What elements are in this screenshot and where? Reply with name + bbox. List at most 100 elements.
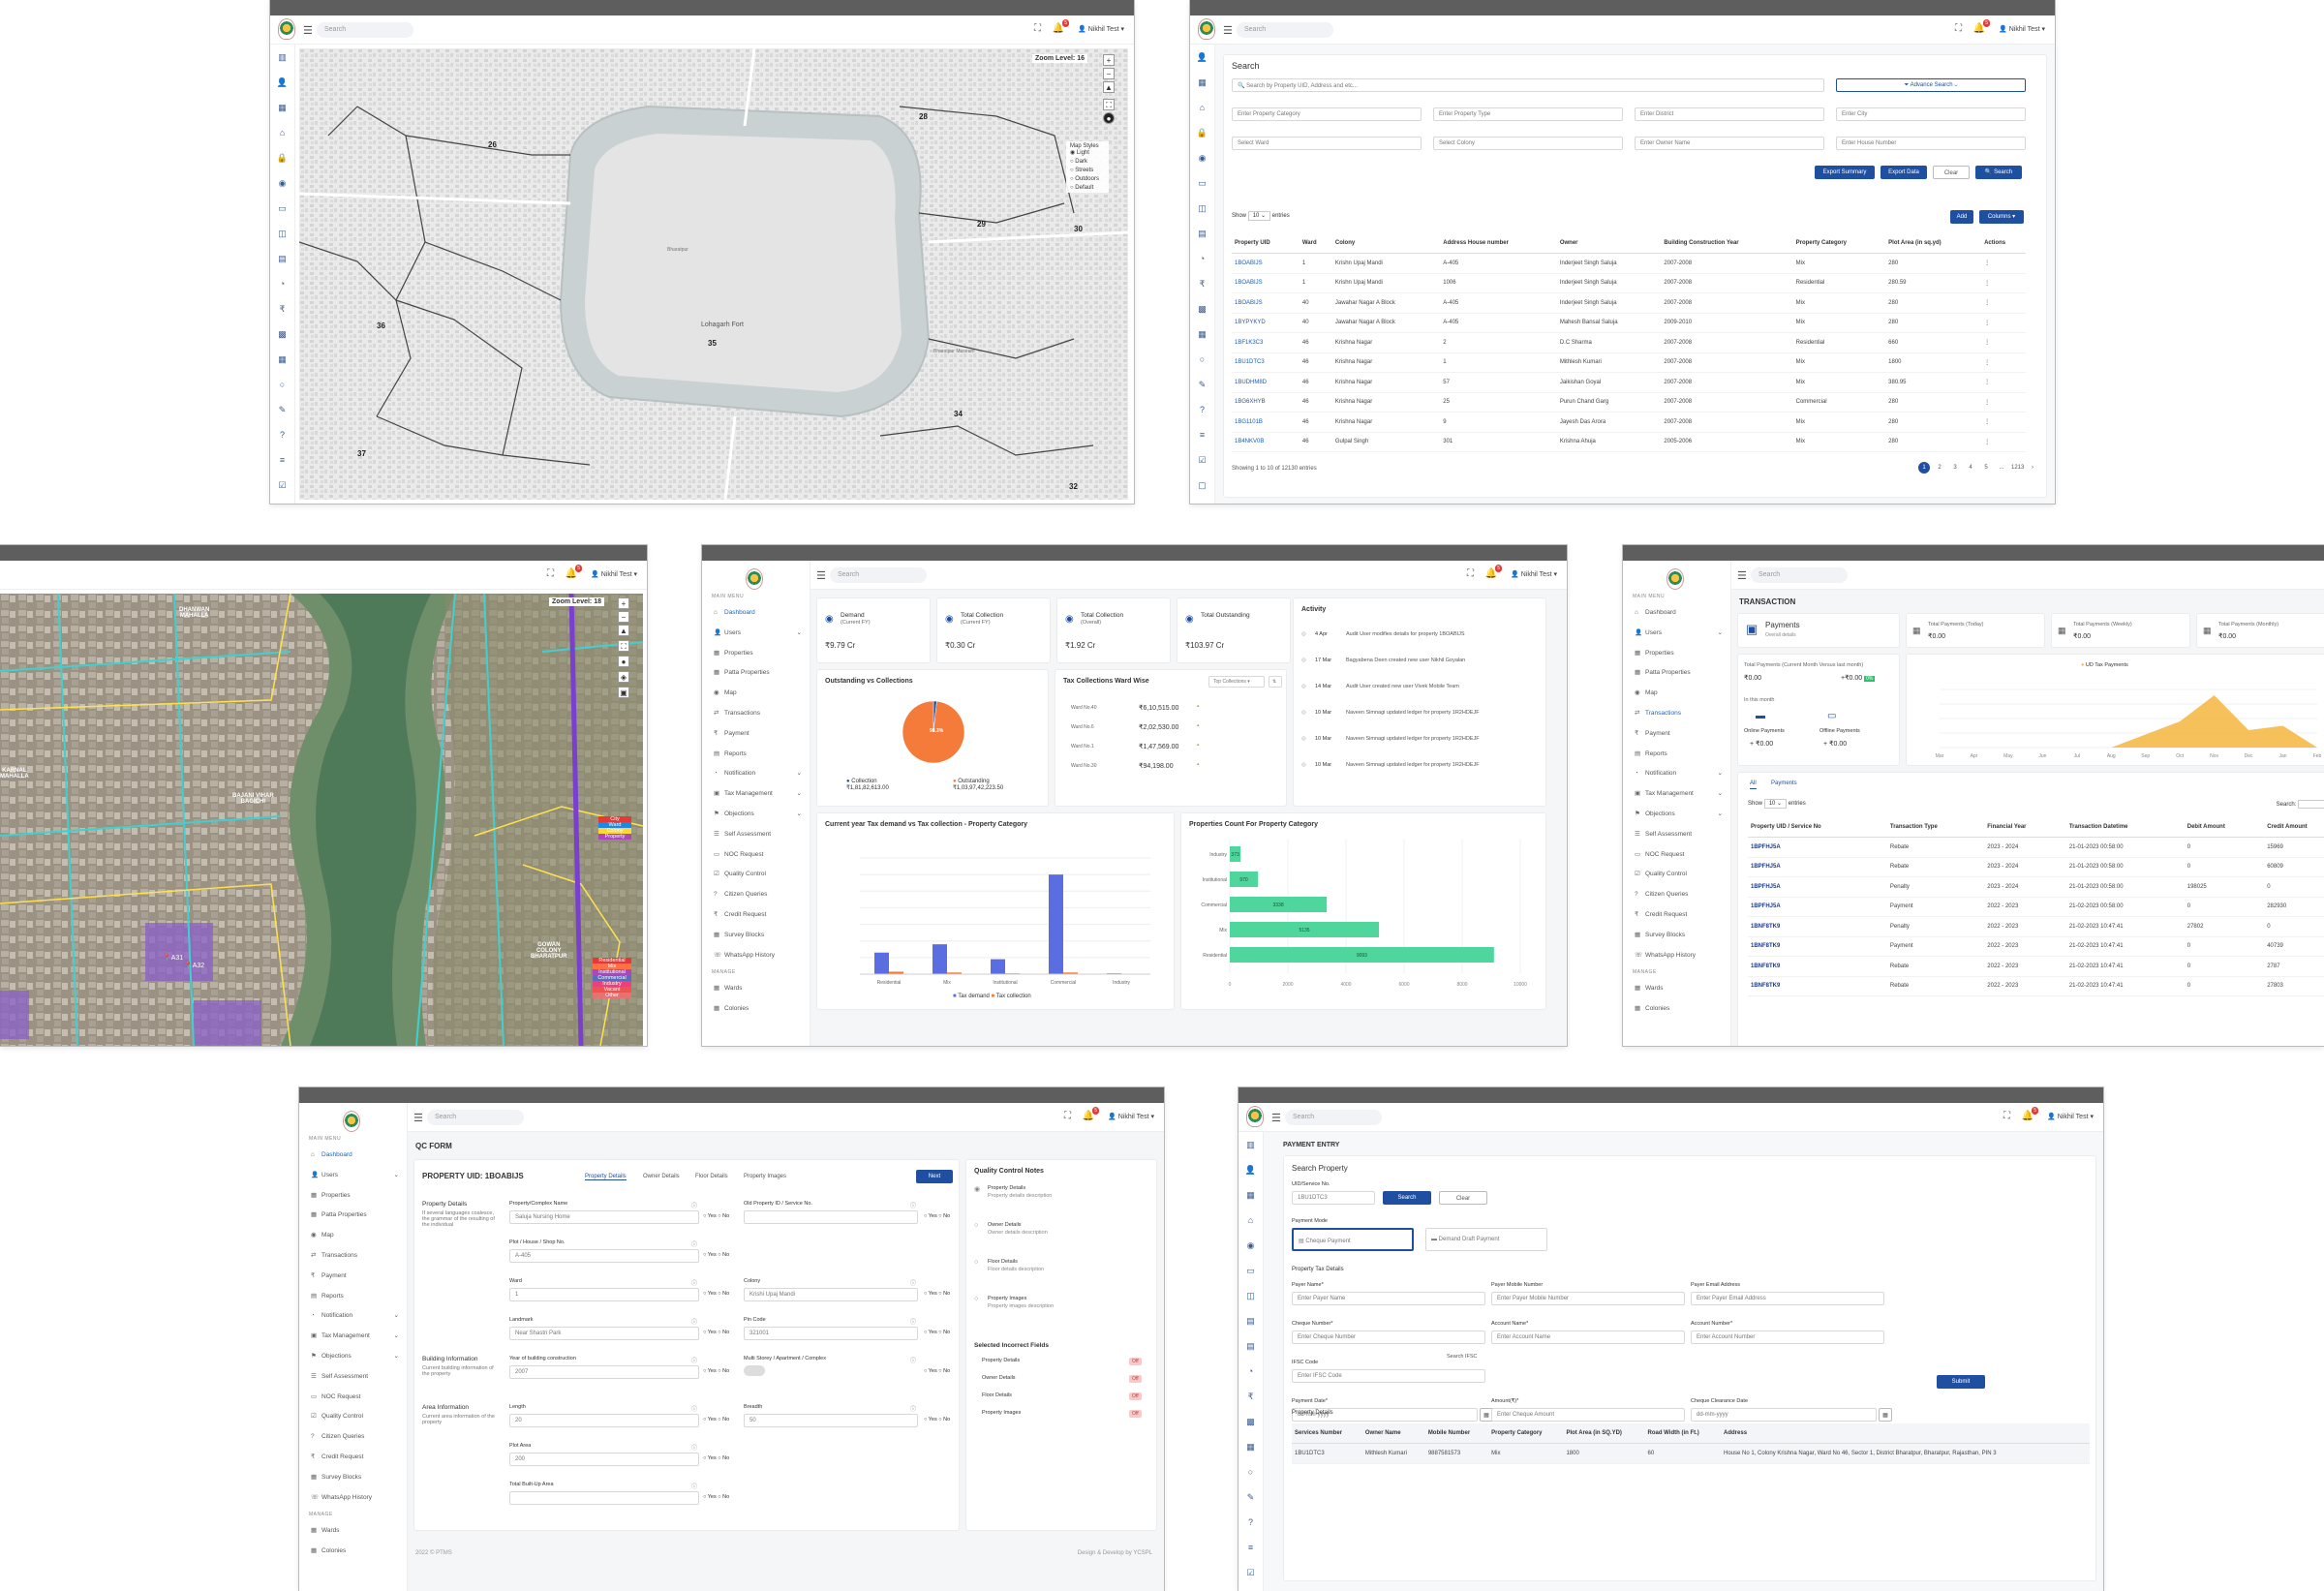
zoom-in-button[interactable]: + xyxy=(618,597,629,609)
property-uid-link[interactable]: 1BUDHM8D xyxy=(1232,372,1300,393)
bell-icon[interactable]: 🔔 5 xyxy=(2022,1107,2038,1121)
user-menu[interactable]: 👤 Nikhil Test ▾ xyxy=(1511,570,1557,578)
user-menu[interactable]: 👤 Nikhil Test ▾ xyxy=(1078,25,1124,33)
sidebar-item-users[interactable]: 👤 Users ⌄ xyxy=(299,1166,407,1186)
sidebar-item-patta-properties[interactable]: ▦ Patta Properties xyxy=(1623,663,1730,684)
field-input[interactable]: 200 xyxy=(509,1453,699,1466)
column-header[interactable]: Ward xyxy=(1299,233,1332,254)
property-uid-link[interactable]: 1BPFHJ5A xyxy=(1748,837,1887,858)
layers-icon[interactable]: ◈ xyxy=(1190,498,1214,504)
sidebar-item-objections[interactable]: ⚑ Objections ⌄ xyxy=(299,1347,407,1367)
sidebar-item-survey-blocks[interactable]: ▦ Survey Blocks xyxy=(702,926,810,946)
note-radio[interactable]: ○ xyxy=(974,1259,978,1266)
sidebar-item-whatsapp-history[interactable]: ☏ WhatsApp History xyxy=(299,1488,407,1509)
menu-icon[interactable]: ☰ xyxy=(1271,1112,1281,1124)
sidebar-item-whatsapp-history[interactable]: ☏ WhatsApp History xyxy=(1623,946,1730,966)
export-data-button[interactable]: Export Data xyxy=(1881,166,1927,179)
fullscreen-icon[interactable]: ⛶ xyxy=(1467,568,1474,579)
search-input[interactable]: Search xyxy=(427,1110,524,1125)
sidebar-item-colonies[interactable]: ▦ Colonies xyxy=(702,999,810,1020)
property-uid-link[interactable]: 1BOABIJS xyxy=(1232,292,1300,314)
sidebar-item-dashboard[interactable]: ⌂ Dashboard xyxy=(1623,603,1730,624)
row-actions-button[interactable]: ⋮ xyxy=(1981,432,2026,452)
style-option-outdoors[interactable]: ○ Outdoors xyxy=(1070,176,1105,182)
zoom-out-button[interactable]: − xyxy=(618,611,629,623)
list-icon[interactable]: ≡ xyxy=(270,447,294,473)
field-input[interactable]: 20 xyxy=(509,1414,699,1427)
zoom-in-button[interactable]: + xyxy=(1103,54,1115,66)
sidebar-item-noc-request[interactable]: ▭ NOC Request xyxy=(299,1388,407,1408)
sidebar-item-credit-request[interactable]: ₹ Credit Request xyxy=(1623,905,1730,926)
column-header[interactable]: Transaction Type xyxy=(1886,817,1985,838)
sidebar-item-survey-blocks[interactable]: ▦ Survey Blocks xyxy=(1623,926,1730,946)
sidebar-item-transactions[interactable]: ⇄ Transactions xyxy=(702,704,810,724)
page-button[interactable]: › xyxy=(2027,462,2038,474)
field-input[interactable]: dd-mm-yyyy xyxy=(1691,1408,1877,1422)
compass-button[interactable]: ▲ xyxy=(618,625,629,636)
circle-icon[interactable]: ○ xyxy=(1190,347,1214,372)
yes-no-toggle[interactable]: ○ Yes ○ No xyxy=(924,1330,950,1335)
lock-icon[interactable]: 🔒 xyxy=(1190,120,1214,145)
colony-select[interactable]: Select Colony xyxy=(1433,137,1623,150)
file-icon[interactable]: ▤ xyxy=(270,246,294,271)
clear-property-button[interactable]: Clear xyxy=(1439,1191,1487,1205)
user-menu[interactable]: 👤 Nikhil Test ▾ xyxy=(1108,1113,1154,1120)
house-icon[interactable]: ⌂ xyxy=(270,120,294,145)
sidebar-item-notification[interactable]: ◔ Notification ⌄ xyxy=(299,1306,407,1327)
file-icon[interactable]: ▤ xyxy=(1238,1308,1263,1333)
plot-label[interactable]: 📍A32 xyxy=(184,962,204,969)
note-radio[interactable]: ○ xyxy=(974,1296,978,1302)
sidebar-item-map[interactable]: ◉ Map xyxy=(702,684,810,704)
sidebar-item-credit-request[interactable]: ₹ Credit Request xyxy=(299,1448,407,1468)
menu-icon[interactable]: ☰ xyxy=(413,1112,423,1124)
column-header[interactable]: Building Construction Year xyxy=(1661,233,1793,254)
sidebar-item-wards[interactable]: ▦ Wards xyxy=(299,1521,407,1542)
row-actions-button[interactable]: ⋮ xyxy=(1981,292,2026,314)
draw-button[interactable]: ▣ xyxy=(618,687,629,698)
search-ifsc-link[interactable]: Search IFSC xyxy=(1447,1354,1477,1360)
bell-icon[interactable]: 🔔 5 xyxy=(1485,565,1502,579)
property-uid-link[interactable]: 1BNF8TK9 xyxy=(1748,936,1887,957)
user-icon[interactable]: 👤 xyxy=(1190,45,1214,70)
row-actions-button[interactable]: ⋮ xyxy=(1981,372,2026,393)
menu-icon[interactable]: ☰ xyxy=(1737,569,1747,582)
sidebar-item-dashboard[interactable]: ⌂ Dashboard xyxy=(702,603,810,624)
layers-button[interactable]: ◈ xyxy=(618,671,629,683)
calendar-icon[interactable]: ▦ xyxy=(270,347,294,372)
property-uid-link[interactable]: 1B4NKV0B xyxy=(1232,432,1300,452)
field-input[interactable]: Enter Account Name xyxy=(1491,1331,1685,1344)
field-input[interactable]: Near Shastri Park xyxy=(509,1327,699,1340)
multi-storey-toggle[interactable] xyxy=(744,1365,765,1376)
sidebar-item-whatsapp-history[interactable]: ☏ WhatsApp History xyxy=(702,946,810,966)
property-uid-link[interactable]: 1BU1DTC3 xyxy=(1232,352,1300,373)
calendar-icon[interactable]: ▦ xyxy=(1238,1434,1263,1459)
chat-icon[interactable]: ▢ xyxy=(1238,1585,1263,1591)
bell-menu-icon[interactable]: ◔ xyxy=(270,271,294,296)
ward-select[interactable]: Select Ward xyxy=(1232,137,1422,150)
sidebar-item-patta-properties[interactable]: ▦ Patta Properties xyxy=(299,1206,407,1226)
field-input[interactable]: 2007 xyxy=(509,1365,699,1379)
sidebar-item-reports[interactable]: ▤ Reports xyxy=(1623,745,1730,765)
sidebar-item-users[interactable]: 👤 Users ⌄ xyxy=(1623,624,1730,644)
user-menu[interactable]: 👤 Nikhil Test ▾ xyxy=(591,570,637,578)
sidebar-item-tax-management[interactable]: ▣ Tax Management ⌄ xyxy=(299,1327,407,1347)
sidebar-item-payment[interactable]: ₹ Payment xyxy=(702,724,810,745)
tab-payments[interactable]: Payments xyxy=(1771,780,1797,786)
house-number-input[interactable]: Enter House Number xyxy=(1836,137,2026,150)
chat-icon[interactable]: ▢ xyxy=(270,498,294,504)
sidebar-item-payment[interactable]: ₹ Payment xyxy=(1623,724,1730,745)
calendar-icon[interactable]: ▦ xyxy=(1190,321,1214,347)
property-uid-link[interactable]: 1BF1K3C3 xyxy=(1232,332,1300,353)
building-icon[interactable]: ▦ xyxy=(1238,1182,1263,1208)
sidebar-item-citizen-queries[interactable]: ? Citizen Queries xyxy=(1623,885,1730,905)
advance-search-button[interactable]: ⏷ Advance Search ⌄ xyxy=(1836,78,2026,92)
question-icon[interactable]: ? xyxy=(1238,1510,1263,1535)
bell-icon[interactable]: 🔔 5 xyxy=(1973,19,1990,34)
sidebar-item-transactions[interactable]: ⇄ Transactions xyxy=(1623,704,1730,724)
column-header[interactable]: Colony xyxy=(1331,233,1441,254)
search-input[interactable]: Search xyxy=(317,22,413,38)
field-input[interactable]: Saluja Nursing Home xyxy=(509,1210,699,1224)
sidebar-item-wards[interactable]: ▦ Wards xyxy=(702,979,810,999)
yes-no-toggle[interactable]: ○ Yes ○ No xyxy=(703,1368,729,1374)
bell-icon[interactable]: 🔔 5 xyxy=(1053,19,1069,34)
